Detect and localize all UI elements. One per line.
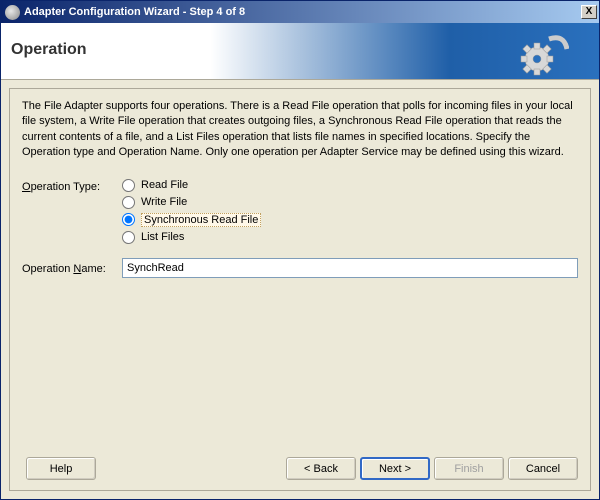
radio-read-file-label: Read File <box>141 179 188 191</box>
titlebar: Adapter Configuration Wizard - Step 4 of… <box>1 1 599 23</box>
button-bar: Help < Back Next > Finish Cancel <box>22 457 578 480</box>
header-banner: Operation <box>1 23 599 80</box>
inner-panel: The File Adapter supports four operation… <box>9 88 591 491</box>
operation-type-row: Operation Type: Read File Write File Syn… <box>22 179 578 244</box>
operation-name-input[interactable] <box>122 258 578 278</box>
operation-name-label: Operation Name: <box>22 260 122 275</box>
help-button[interactable]: Help <box>26 457 96 480</box>
page-title: Operation <box>11 41 87 59</box>
radio-list-files-label: List Files <box>141 231 184 243</box>
radio-list-files[interactable]: List Files <box>122 231 261 244</box>
operation-name-row: Operation Name: <box>22 258 578 278</box>
radio-sync-read-file[interactable]: Synchronous Read File <box>122 213 261 227</box>
radio-read-file[interactable]: Read File <box>122 179 261 192</box>
window-title: Adapter Configuration Wizard - Step 4 of… <box>24 6 581 18</box>
radio-write-file-label: Write File <box>141 196 187 208</box>
operation-type-group: Read File Write File Synchronous Read Fi… <box>122 179 261 244</box>
radio-sync-read-file-input[interactable] <box>122 213 135 226</box>
operation-type-label: Operation Type: <box>22 179 122 193</box>
content-area: The File Adapter supports four operation… <box>1 80 599 499</box>
radio-read-file-input[interactable] <box>122 179 135 192</box>
wizard-window: Adapter Configuration Wizard - Step 4 of… <box>0 0 600 500</box>
radio-list-files-input[interactable] <box>122 231 135 244</box>
next-button[interactable]: Next > <box>360 457 430 480</box>
cancel-button[interactable]: Cancel <box>508 457 578 480</box>
back-button[interactable]: < Back <box>286 457 356 480</box>
radio-write-file[interactable]: Write File <box>122 196 261 209</box>
close-button[interactable]: X <box>581 5 597 19</box>
finish-button[interactable]: Finish <box>434 457 504 480</box>
radio-write-file-input[interactable] <box>122 196 135 209</box>
gear-icon <box>519 29 569 79</box>
description-text: The File Adapter supports four operation… <box>22 99 578 161</box>
app-icon <box>5 5 20 20</box>
radio-sync-read-file-label: Synchronous Read File <box>141 213 261 227</box>
